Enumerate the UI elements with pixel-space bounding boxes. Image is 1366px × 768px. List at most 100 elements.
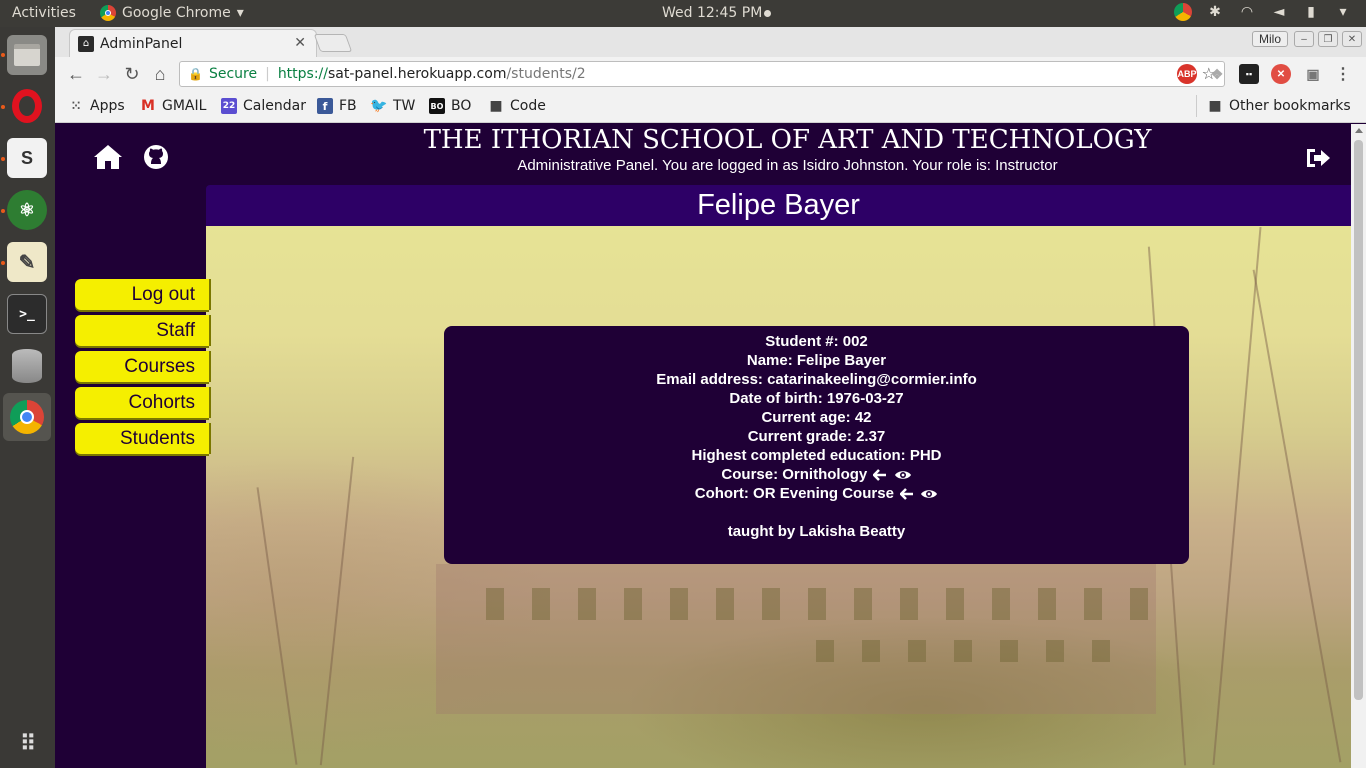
minimize-icon[interactable]: – bbox=[1294, 31, 1314, 47]
database-icon[interactable] bbox=[7, 346, 47, 386]
running-indicator bbox=[1, 53, 5, 57]
bookmarks-bar: ⁙ Apps M GMAIL 22 Calendar f FB 🐦 TW BO … bbox=[55, 91, 1366, 123]
url-separator: | bbox=[265, 66, 270, 82]
course-row: Course: Ornithology bbox=[444, 465, 1189, 484]
nav-students-button[interactable]: Students bbox=[75, 423, 209, 454]
student-dob: Date of birth: 1976-03-27 bbox=[729, 390, 904, 407]
nav-logout-button[interactable]: Log out bbox=[75, 279, 209, 310]
home-icon[interactable]: ⌂ bbox=[149, 63, 171, 85]
home-favicon-icon: ⌂ bbox=[78, 35, 94, 52]
blocked-icon[interactable]: ✕ bbox=[1271, 64, 1291, 84]
extension-icon[interactable]: ▪▪ bbox=[1239, 64, 1259, 84]
power-menu-icon[interactable]: ▾ bbox=[1334, 3, 1352, 21]
student-age: Current age: 42 bbox=[761, 409, 872, 426]
forward-icon[interactable]: → bbox=[93, 63, 115, 85]
tree-branch bbox=[256, 487, 298, 765]
nav-cohorts-button[interactable]: Cohorts bbox=[75, 387, 209, 418]
chrome-dock-icon[interactable] bbox=[3, 393, 51, 441]
page-scrollbar[interactable] bbox=[1351, 124, 1366, 768]
secure-label: Secure bbox=[208, 66, 258, 82]
opera-icon[interactable] bbox=[7, 86, 47, 126]
settings-gear-icon[interactable]: ✱ bbox=[1206, 3, 1224, 21]
bookmark-tw[interactable]: 🐦 TW bbox=[370, 98, 416, 114]
eye-icon[interactable] bbox=[894, 469, 912, 481]
student-number: Student #: 002 bbox=[765, 333, 868, 350]
tab-adminpanel[interactable]: ⌂ AdminPanel ✕ bbox=[69, 29, 317, 57]
nav-courses-button[interactable]: Courses bbox=[75, 351, 209, 382]
address-bar[interactable]: 🔒 Secure | https:// sat-panel.herokuapp.… bbox=[179, 61, 1225, 87]
restore-icon[interactable]: ❐ bbox=[1318, 31, 1338, 47]
building-windows-lower bbox=[816, 640, 1110, 662]
running-indicator bbox=[1, 157, 5, 161]
notification-dot-icon bbox=[764, 10, 771, 17]
bookmark-label: Other bookmarks bbox=[1229, 98, 1351, 114]
slack-icon[interactable]: S bbox=[7, 138, 47, 178]
app-name: Google Chrome bbox=[122, 5, 231, 21]
github-icon[interactable] bbox=[143, 144, 169, 170]
browser-toolbar: ← → ↻ ⌂ 🔒 Secure | https:// sat-panel.he… bbox=[55, 57, 1366, 91]
bookmark-other[interactable]: ■ Other bookmarks bbox=[1207, 98, 1351, 114]
bookmark-code[interactable]: ■ Code bbox=[488, 98, 546, 114]
bookmark-label: GMAIL bbox=[162, 98, 207, 114]
bookmark-gmail[interactable]: M GMAIL bbox=[140, 98, 206, 114]
bo-icon: BO bbox=[429, 98, 445, 114]
scroll-up-icon[interactable] bbox=[1355, 128, 1363, 133]
chrome-tray-icon[interactable] bbox=[1174, 3, 1192, 21]
student-details-card: Student #: 002 Name: Felipe Bayer Email … bbox=[444, 326, 1189, 564]
folder-icon: ■ bbox=[1208, 98, 1222, 114]
school-title: THE ITHORIAN SCHOOL OF ART AND TECHNOLOG… bbox=[423, 125, 1152, 155]
building-windows bbox=[486, 588, 1148, 620]
calendar-icon: 22 bbox=[221, 98, 237, 114]
student-name-header: Felipe Bayer bbox=[206, 185, 1351, 226]
running-indicator bbox=[1, 261, 5, 265]
logout-icon[interactable] bbox=[1305, 146, 1331, 170]
bookmark-label: FB bbox=[339, 98, 357, 114]
atom-icon[interactable]: ⚛ bbox=[7, 190, 47, 230]
bookmark-apps[interactable]: ⁙ Apps bbox=[68, 98, 125, 114]
url-host: sat-panel.herokuapp.com bbox=[328, 66, 507, 82]
menu-kebab-icon[interactable]: ⋮ bbox=[1333, 64, 1353, 84]
battery-icon[interactable]: ▮ bbox=[1302, 3, 1320, 21]
url-path: /students/2 bbox=[506, 66, 586, 82]
bookmark-divider bbox=[1196, 95, 1197, 117]
system-tray: ✱ ◠ ◄ ▮ ▾ bbox=[1174, 3, 1352, 21]
terminal-icon[interactable]: >_ bbox=[7, 294, 47, 334]
wifi-icon[interactable]: ◠ bbox=[1238, 3, 1256, 21]
activities-button[interactable]: Activities bbox=[12, 5, 76, 21]
volume-icon[interactable]: ◄ bbox=[1270, 3, 1288, 21]
bookmark-fb[interactable]: f FB bbox=[317, 98, 357, 114]
eye-icon[interactable] bbox=[920, 488, 938, 500]
scrollbar-thumb[interactable] bbox=[1354, 140, 1363, 700]
dropbox-icon[interactable]: ❖ bbox=[1207, 64, 1227, 84]
back-icon[interactable]: ← bbox=[65, 63, 87, 85]
profile-button[interactable]: Milo bbox=[1251, 31, 1288, 47]
building-image bbox=[436, 564, 1156, 714]
arrow-left-icon[interactable] bbox=[873, 469, 887, 481]
home-icon[interactable] bbox=[93, 144, 123, 170]
arrow-left-icon[interactable] bbox=[900, 488, 914, 500]
tab-close-icon[interactable]: ✕ bbox=[294, 35, 306, 51]
reload-icon[interactable]: ↻ bbox=[121, 63, 143, 85]
new-tab-button[interactable] bbox=[313, 34, 353, 52]
bookmark-label: Code bbox=[510, 98, 546, 114]
bookmark-bo[interactable]: BO BO bbox=[429, 98, 471, 114]
cohort-instructor: taught by Lakisha Beatty bbox=[727, 523, 906, 540]
adblock-plus-icon[interactable]: ABP bbox=[1177, 64, 1197, 84]
nav-staff-button[interactable]: Staff bbox=[75, 315, 209, 346]
window-controls: – ❐ ✕ bbox=[1294, 31, 1362, 47]
bookmark-calendar[interactable]: 22 Calendar bbox=[221, 98, 306, 114]
show-applications-icon[interactable]: ⠿ bbox=[7, 724, 47, 764]
clock[interactable]: Wed 12:45 PM bbox=[662, 5, 762, 21]
student-name: Name: Felipe Bayer bbox=[746, 352, 887, 369]
lock-icon: 🔒 bbox=[188, 67, 203, 81]
bookmark-label: BO bbox=[451, 98, 472, 114]
bookmark-label: TW bbox=[393, 98, 416, 114]
app-menu[interactable]: Google Chrome ▾ bbox=[100, 5, 244, 21]
folder-icon: ■ bbox=[489, 98, 503, 114]
text-editor-icon[interactable]: ✎ bbox=[7, 242, 47, 282]
dock: S ⚛ ✎ >_ ⠿ bbox=[0, 27, 55, 768]
close-window-icon[interactable]: ✕ bbox=[1342, 31, 1362, 47]
camera-icon[interactable]: ▣ bbox=[1303, 64, 1323, 84]
files-icon[interactable] bbox=[7, 35, 47, 75]
running-indicator bbox=[1, 105, 5, 109]
